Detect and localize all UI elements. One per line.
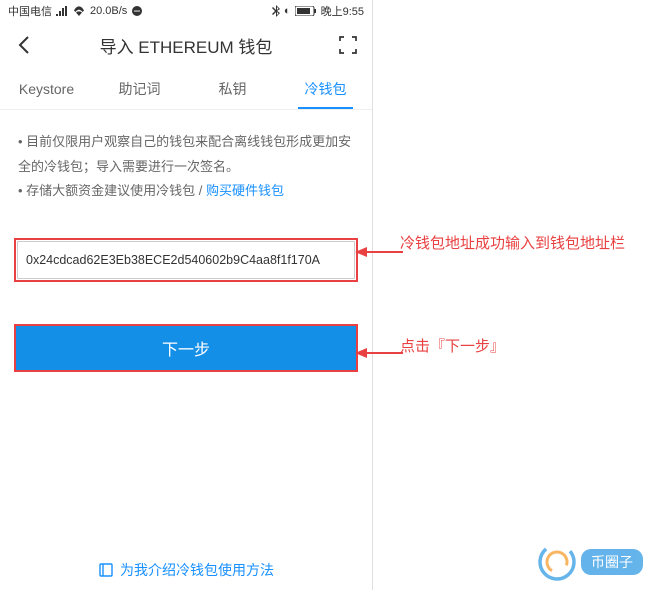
tab-cold-wallet[interactable]: 冷钱包	[279, 68, 372, 109]
status-right: ◐ 晚上9:55	[272, 3, 364, 19]
time-label: 晚上9:55	[321, 3, 364, 19]
scan-icon[interactable]	[338, 35, 358, 55]
annotation-arrow-1	[355, 244, 403, 265]
speed-label: 20.0B/s	[90, 5, 127, 17]
wallet-address-input[interactable]	[17, 241, 355, 279]
annotation-address: 冷钱包地址成功输入到钱包地址栏	[400, 232, 625, 253]
signal-icon	[56, 6, 68, 16]
cold-wallet-help-link[interactable]: 为我介绍冷钱包使用方法	[0, 560, 372, 580]
chat-icon	[131, 5, 143, 17]
info-text: • 目前仅限用户观察自己的钱包来配合离线钱包形成更加安全的冷钱包；导入需要进行一…	[0, 110, 372, 218]
buy-hardware-link[interactable]: 购买硬件钱包	[206, 183, 284, 198]
status-left: 中国电信 20.0B/s	[8, 3, 143, 19]
annotation-arrow-2	[355, 345, 403, 366]
phone-screen: 中国电信 20.0B/s ◐ 晚上9:55 导入	[0, 0, 373, 590]
tabs: Keystore 助记词 私钥 冷钱包	[0, 68, 372, 110]
annotation-next: 点击『下一步』	[400, 335, 505, 356]
back-icon[interactable]	[14, 35, 34, 55]
watermark: 币圈子	[537, 542, 643, 582]
tab-keystore[interactable]: Keystore	[0, 68, 93, 109]
wifi-icon	[72, 6, 86, 16]
battery-icon	[295, 6, 317, 16]
status-bar: 中国电信 20.0B/s ◐ 晚上9:55	[0, 0, 372, 22]
carrier-label: 中国电信	[8, 3, 52, 19]
header: 导入 ETHEREUM 钱包	[0, 22, 372, 68]
page-title: 导入 ETHEREUM 钱包	[34, 33, 338, 58]
book-icon	[98, 562, 114, 578]
next-button[interactable]: 下一步	[16, 326, 356, 370]
help-link-label: 为我介绍冷钱包使用方法	[120, 560, 274, 580]
tab-mnemonic[interactable]: 助记词	[93, 68, 186, 109]
next-button-highlight: 下一步	[14, 324, 358, 372]
watermark-logo-icon	[537, 542, 577, 582]
tab-private-key[interactable]: 私钥	[186, 68, 279, 109]
bluetooth-icon	[272, 5, 280, 17]
watermark-label: 币圈子	[581, 549, 643, 575]
address-input-highlight	[14, 238, 358, 282]
battery-mode-icon: ◐	[284, 5, 291, 17]
info-line-2: • 存储大额资金建议使用冷钱包 / 购买硬件钱包	[18, 179, 354, 204]
info-line-1: • 目前仅限用户观察自己的钱包来配合离线钱包形成更加安全的冷钱包；导入需要进行一…	[18, 130, 354, 179]
